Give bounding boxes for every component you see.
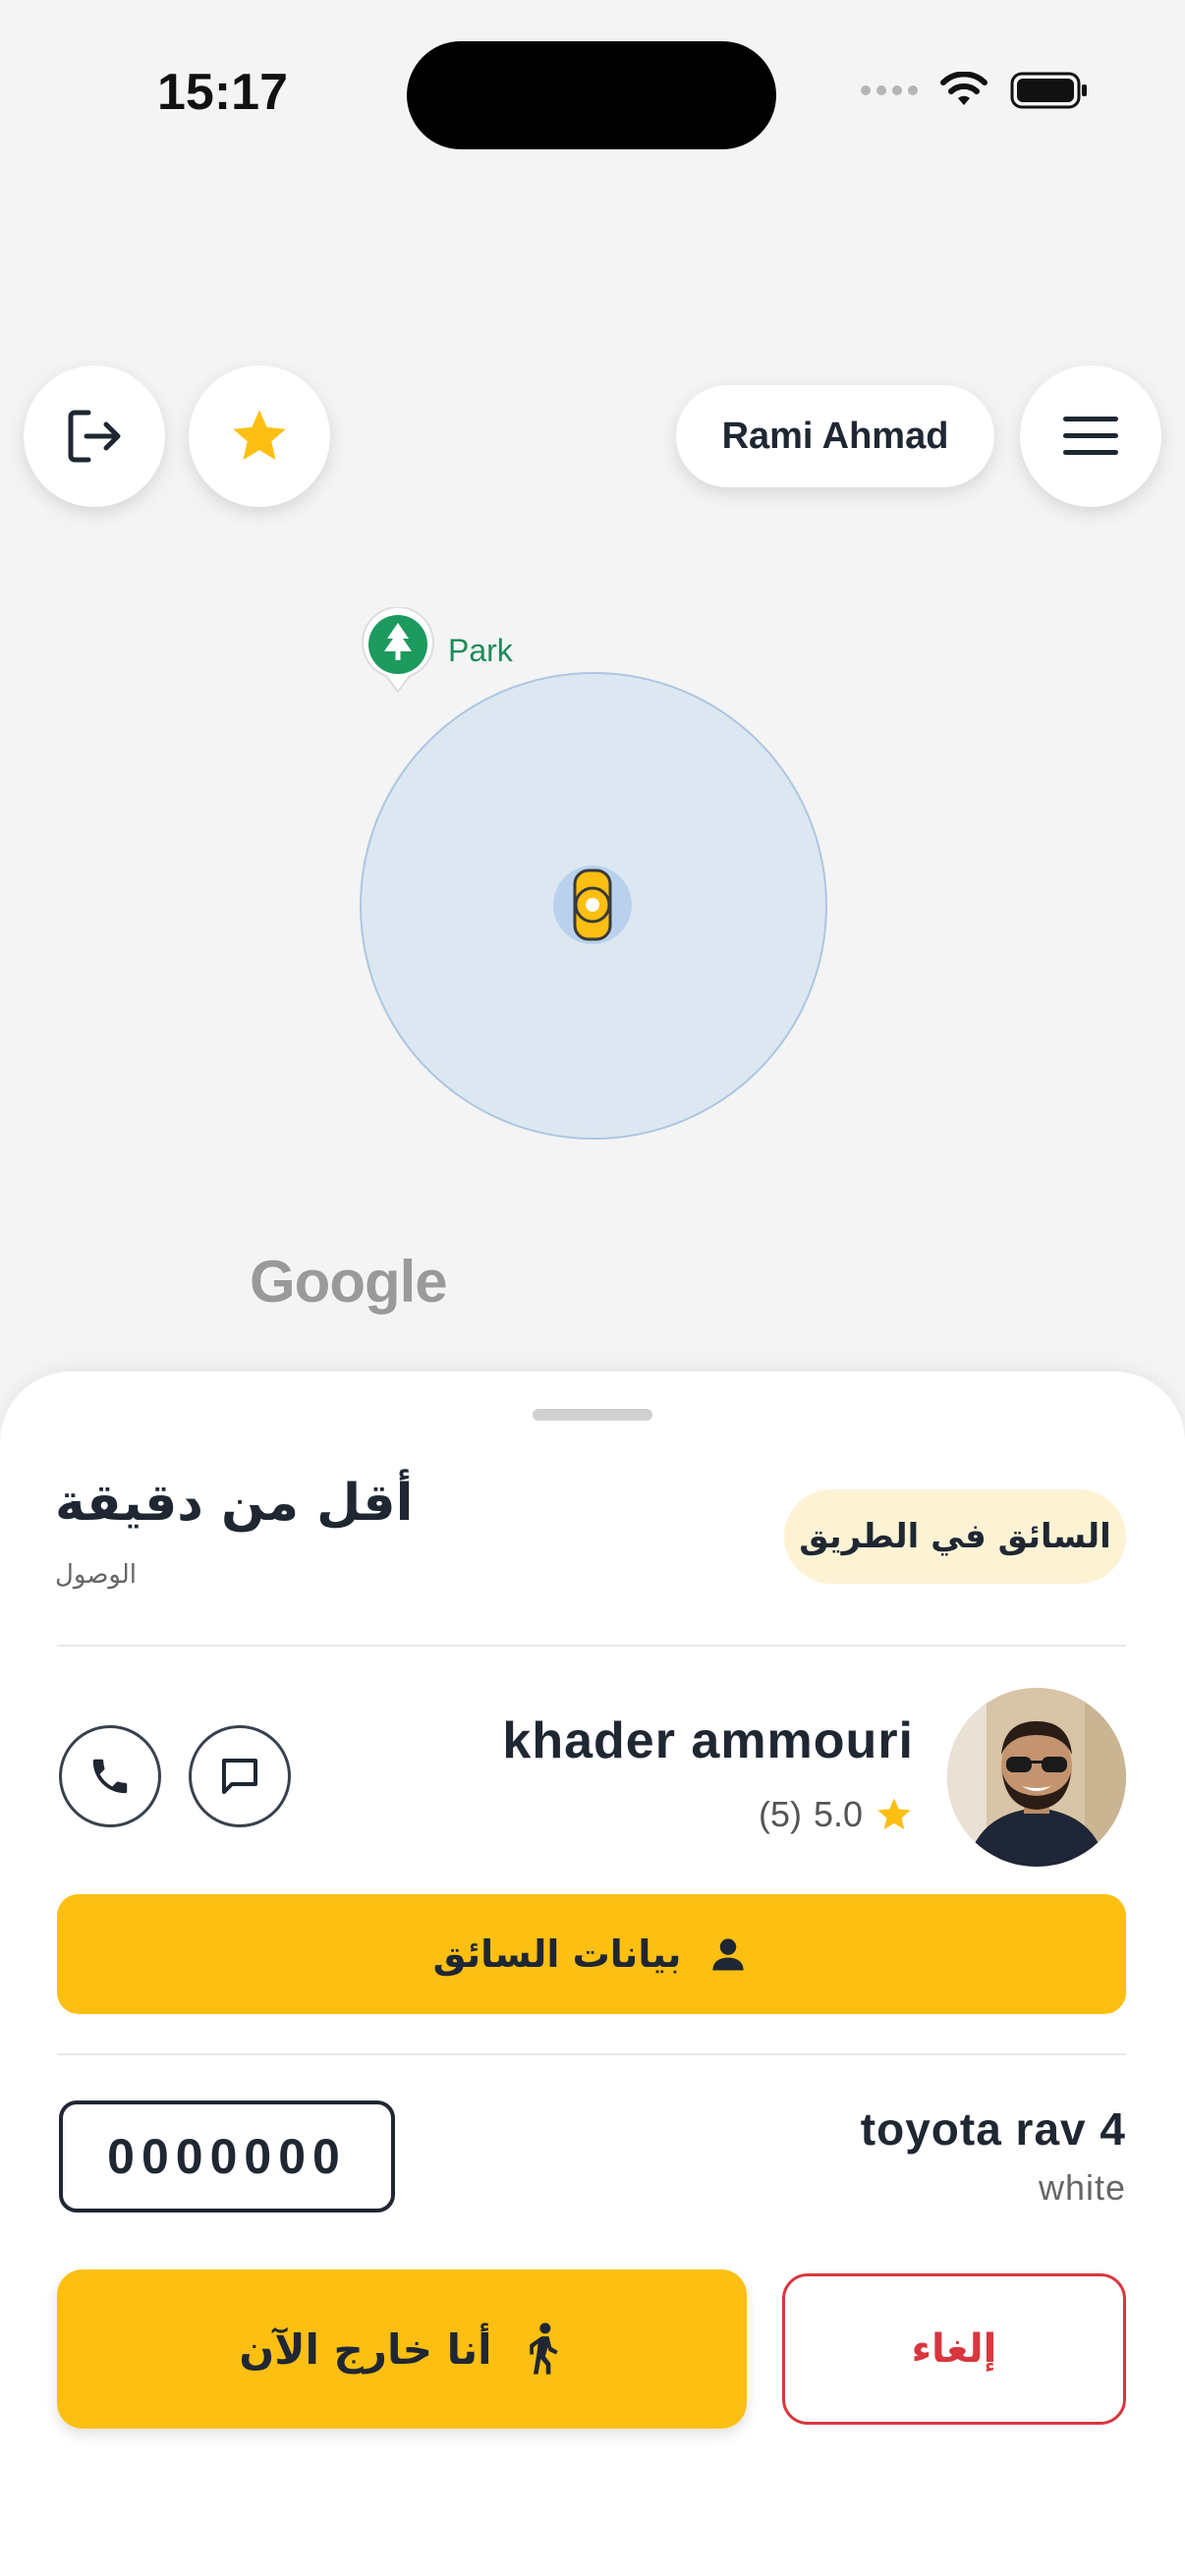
call-driver-button[interactable] (59, 1725, 161, 1827)
google-logo: Google (250, 1249, 448, 1315)
person-icon (712, 1938, 744, 1971)
park-label: Park (448, 633, 513, 668)
chat-icon (222, 1759, 257, 1794)
driver-info-button[interactable]: بيانات السائق (57, 1894, 1126, 2014)
walking-person-icon (529, 2323, 558, 2375)
status-icons (861, 71, 1089, 110)
trip-status-badge: السائق في الطريق (784, 1489, 1126, 1584)
driver-rating: (5) 5.0 (759, 1794, 914, 1835)
status-time: 15:17 (157, 64, 288, 121)
car-color: white (1038, 2167, 1126, 2208)
im-outside-label: أنا خارج الآن (239, 2324, 492, 2374)
message-driver-button[interactable] (189, 1725, 291, 1827)
im-outside-button[interactable]: أنا خارج الآن (57, 2269, 747, 2429)
user-name-pill[interactable]: Rami Ahmad (676, 385, 994, 487)
dynamic-island (407, 41, 776, 149)
rating-value: 5.0 (813, 1794, 863, 1834)
menu-button[interactable] (1020, 365, 1161, 507)
rating-count: (5) (758, 1794, 802, 1834)
cancel-trip-button[interactable]: إلغاء (782, 2273, 1126, 2425)
sheet-drag-handle[interactable] (533, 1409, 652, 1421)
star-icon (233, 410, 286, 460)
driver-name: khader ammouri (502, 1712, 914, 1769)
car-model: toyota rav 4 (860, 2103, 1126, 2155)
divider (57, 1645, 1126, 1647)
logout-button[interactable] (24, 365, 165, 507)
hamburger-menu-icon (1063, 417, 1118, 455)
battery-icon (1010, 72, 1087, 109)
driver-info-label: بيانات السائق (432, 1932, 682, 1976)
divider (57, 2053, 1126, 2055)
eta-label: الوصول (55, 1560, 137, 1590)
driver-avatar (947, 1688, 1126, 1867)
license-plate: 0000000 (59, 2100, 395, 2212)
car-location-icon (553, 866, 632, 944)
phone-icon (92, 1759, 128, 1794)
logout-icon (68, 410, 121, 463)
signal-dots-icon (861, 85, 918, 95)
wifi-icon (940, 72, 988, 105)
park-marker-icon[interactable] (360, 607, 436, 696)
eta-value: أقل من دقيقة (55, 1474, 414, 1533)
favorites-button[interactable] (189, 365, 330, 507)
rating-star-icon (877, 1798, 911, 1829)
